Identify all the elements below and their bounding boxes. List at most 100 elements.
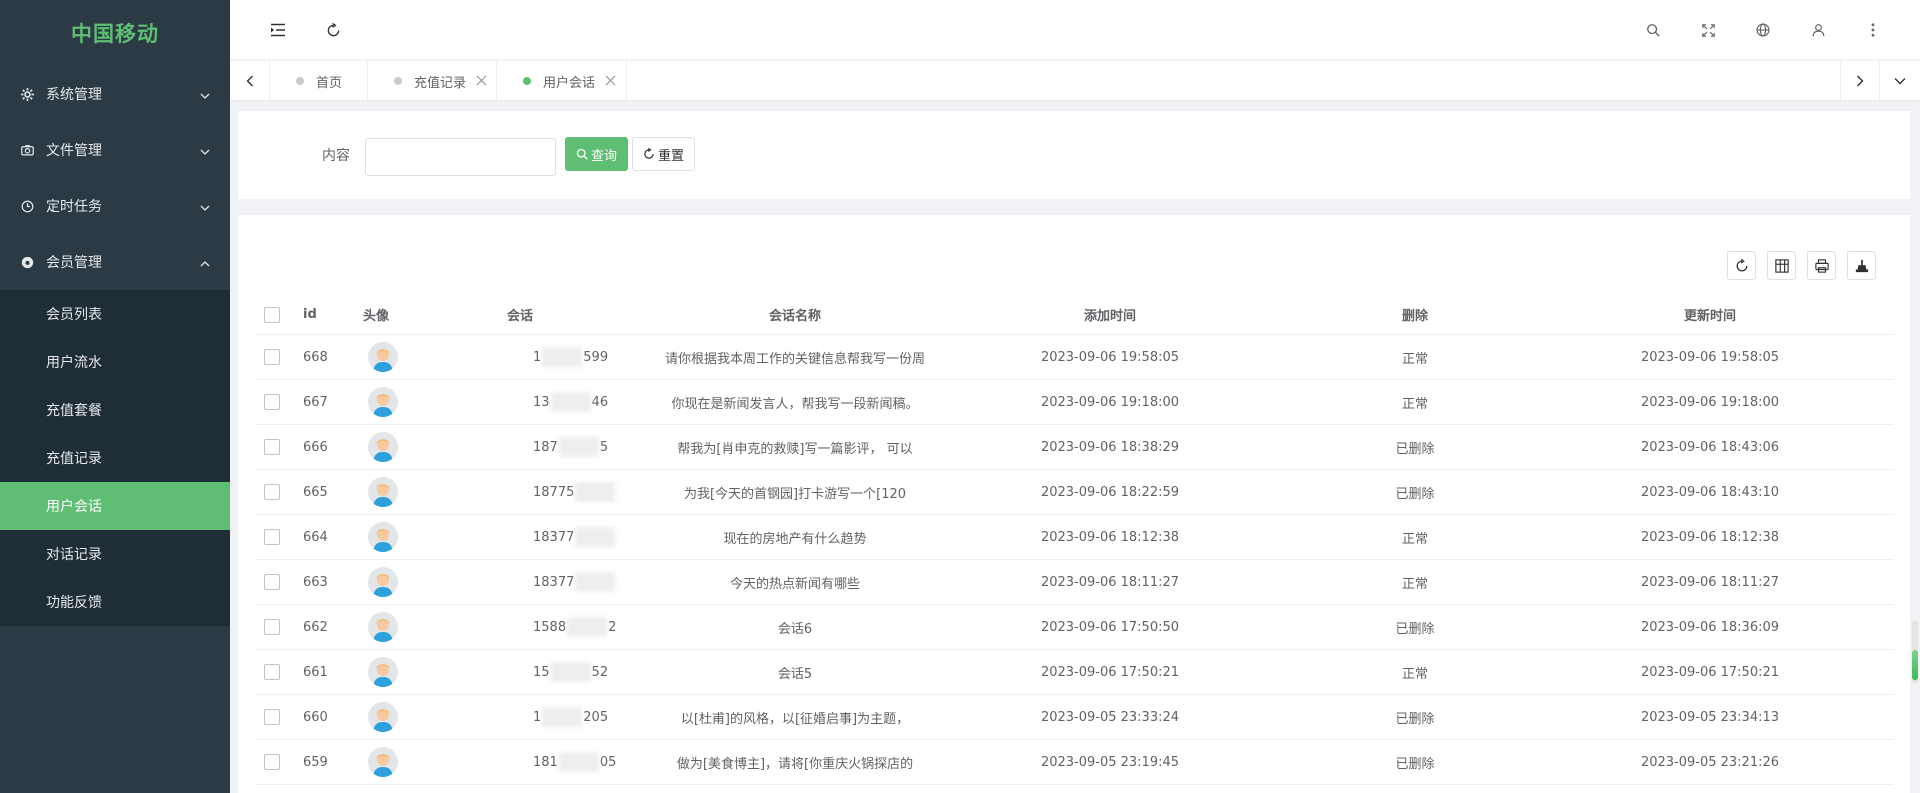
privacy-mask (567, 617, 608, 637)
table-row[interactable]: 664 18377 现在的房地产有什么趋势 2023-09-06 18:12:38 正常… (255, 515, 1894, 560)
refresh-icon[interactable] (322, 19, 344, 41)
row-checkbox[interactable] (264, 619, 280, 635)
user-icon[interactable] (1807, 19, 1829, 41)
menu-member[interactable]: 会员管理 (0, 234, 230, 290)
submenu-item-user-session[interactable]: 用户会话 (0, 482, 230, 530)
tab-recharge-record[interactable]: 充值记录 (368, 61, 497, 101)
menu-file[interactable]: 文件管理 (0, 122, 230, 178)
table-row[interactable]: 662 1588 2 会话6 2023-09-06 17:50:50 已删除 2023-09… (255, 605, 1894, 650)
table-columns-button[interactable] (1767, 251, 1796, 280)
row-added-time: 2023-09-06 19:58:05 (1040, 349, 1180, 365)
col-updated-time[interactable]: 更新时间 (1610, 295, 1810, 334)
query-button[interactable]: 查询 (565, 137, 628, 171)
row-session-name: 会话6 (777, 621, 813, 637)
privacy-mask (575, 527, 616, 547)
row-added-time: 2023-09-06 18:12:38 (1040, 529, 1180, 545)
row-deleted-status: 已删除 (1395, 756, 1435, 772)
table-row[interactable]: 665 18775 为我[今天的首钢园]打卡游写一个[120 2023-09-06 1… (255, 470, 1894, 515)
row-checkbox[interactable] (264, 484, 280, 500)
page-scrollbar-thumb[interactable] (1912, 650, 1918, 680)
col-session-name[interactable]: 会话名称 (690, 295, 900, 334)
fullscreen-icon[interactable] (1697, 19, 1719, 41)
submenu-item-feedback[interactable]: 功能反馈 (0, 578, 230, 626)
table-export-button[interactable] (1847, 251, 1876, 280)
row-session-name: 做为[美食博主]，请将[你重庆火锅探店的 (676, 756, 914, 772)
row-updated-time: 2023-09-05 23:21:26 (1640, 754, 1780, 770)
refresh-icon (1736, 258, 1747, 271)
avatar (368, 522, 398, 552)
chevron-down-icon (200, 145, 210, 155)
row-updated-time: 2023-09-06 18:12:38 (1640, 529, 1780, 545)
row-checkbox[interactable] (264, 529, 280, 545)
submenu-item-chat-record[interactable]: 对话记录 (0, 530, 230, 578)
table-row[interactable]: 661 15 52 会话5 2023-09-06 17:50:21 正常 2023-09-0… (255, 650, 1894, 695)
table-row[interactable]: 663 18377 今天的热点新闻有哪些 2023-09-06 18:11:27 正常 2… (255, 560, 1894, 605)
row-session-head: 1 (533, 349, 542, 365)
search-icon[interactable] (1642, 19, 1664, 41)
content-input[interactable] (365, 138, 556, 176)
row-avatar-cell (368, 425, 398, 469)
row-checkbox[interactable] (264, 574, 280, 590)
row-checkbox[interactable] (264, 349, 280, 365)
select-all-checkbox[interactable] (264, 306, 280, 323)
table-refresh-button[interactable] (1727, 251, 1756, 280)
col-session[interactable]: 会话 (495, 295, 545, 334)
select-all-cell (264, 295, 280, 334)
reset-button[interactable]: 重置 (632, 137, 695, 171)
menu-fold-icon[interactable] (267, 19, 289, 41)
table-row[interactable]: 666 187 5 帮我为[肖申克的救赎]写一篇影评， 可以 2023-09-06 18… (255, 425, 1894, 470)
row-checkbox[interactable] (264, 754, 280, 770)
row-avatar-cell (368, 335, 398, 379)
submenu-item-recharge-package[interactable]: 充值套餐 (0, 386, 230, 434)
row-session: 18377 (533, 515, 623, 559)
privacy-mask (575, 572, 616, 592)
row-select-cell (264, 605, 280, 649)
col-id[interactable]: id (303, 295, 317, 334)
col-deleted[interactable]: 删除 (1380, 295, 1450, 334)
row-avatar-cell (368, 470, 398, 514)
tabs-scroll-right-button[interactable] (1840, 61, 1880, 101)
row-checkbox[interactable] (264, 439, 280, 455)
row-session: 1588 2 (533, 605, 623, 649)
row-avatar-cell (368, 605, 398, 649)
menu-cron[interactable]: 定时任务 (0, 178, 230, 234)
row-checkbox[interactable] (264, 664, 280, 680)
row-checkbox[interactable] (264, 394, 280, 410)
submenu-member: 会员列表 用户流水 充值套餐 充值记录 用户会话 对话记录 功能反馈 (0, 290, 230, 626)
row-updated-time: 2023-09-06 18:11:27 (1640, 574, 1780, 590)
row-checkbox[interactable] (264, 709, 280, 725)
submenu-item-user-flow[interactable]: 用户流水 (0, 338, 230, 386)
more-icon[interactable] (1862, 19, 1884, 41)
menu-system[interactable]: 系统管理 (0, 66, 230, 122)
close-icon[interactable] (605, 75, 617, 87)
tab-home[interactable]: 首页 (270, 61, 368, 101)
col-avatar[interactable]: 头像 (363, 295, 389, 334)
tab-dot (394, 77, 402, 85)
search-form: 内容 查询 重置 (238, 111, 1910, 199)
tabs-dropdown-button[interactable] (1880, 61, 1920, 101)
submenu-item-member-list[interactable]: 会员列表 (0, 290, 230, 338)
row-id: 664 (303, 529, 328, 545)
table-row[interactable]: 667 13 46 你现在是新闻发言人，帮我写一段新闻稿。 2023-09-06 19:… (255, 380, 1894, 425)
export-icon (1855, 259, 1868, 272)
tabs-scroll-left-button[interactable] (230, 61, 270, 101)
tab-user-session[interactable]: 用户会话 (497, 61, 627, 101)
menu-label: 系统管理 (46, 87, 102, 103)
table-row[interactable]: 660 1 205 以[杜甫]的风格，以[征婚启事]为主题， 2023-09-05 23… (255, 695, 1894, 740)
table-row[interactable]: 668 1 599 请你根据我本周工作的关键信息帮我写一份周 2023-09-06 19… (255, 335, 1894, 380)
row-added-time: 2023-09-06 17:50:50 (1040, 619, 1180, 635)
menu-label: 会员管理 (46, 255, 102, 271)
row-avatar-cell (368, 515, 398, 559)
globe-icon[interactable] (1752, 19, 1774, 41)
row-deleted-status: 正常 (1401, 576, 1428, 592)
tab-label: 充值记录 (414, 75, 467, 91)
menu-label: 定时任务 (46, 199, 102, 215)
close-icon[interactable] (476, 75, 488, 87)
avatar (368, 702, 398, 732)
col-added-time[interactable]: 添加时间 (1025, 295, 1195, 334)
row-deleted-status: 正常 (1401, 666, 1428, 682)
submenu-item-recharge-record[interactable]: 充值记录 (0, 434, 230, 482)
row-select-cell (264, 470, 280, 514)
table-print-button[interactable] (1807, 251, 1836, 280)
table-row[interactable]: 659 181 05 做为[美食博主]，请将[你重庆火锅探店的 2023-09-05 2… (255, 740, 1894, 785)
